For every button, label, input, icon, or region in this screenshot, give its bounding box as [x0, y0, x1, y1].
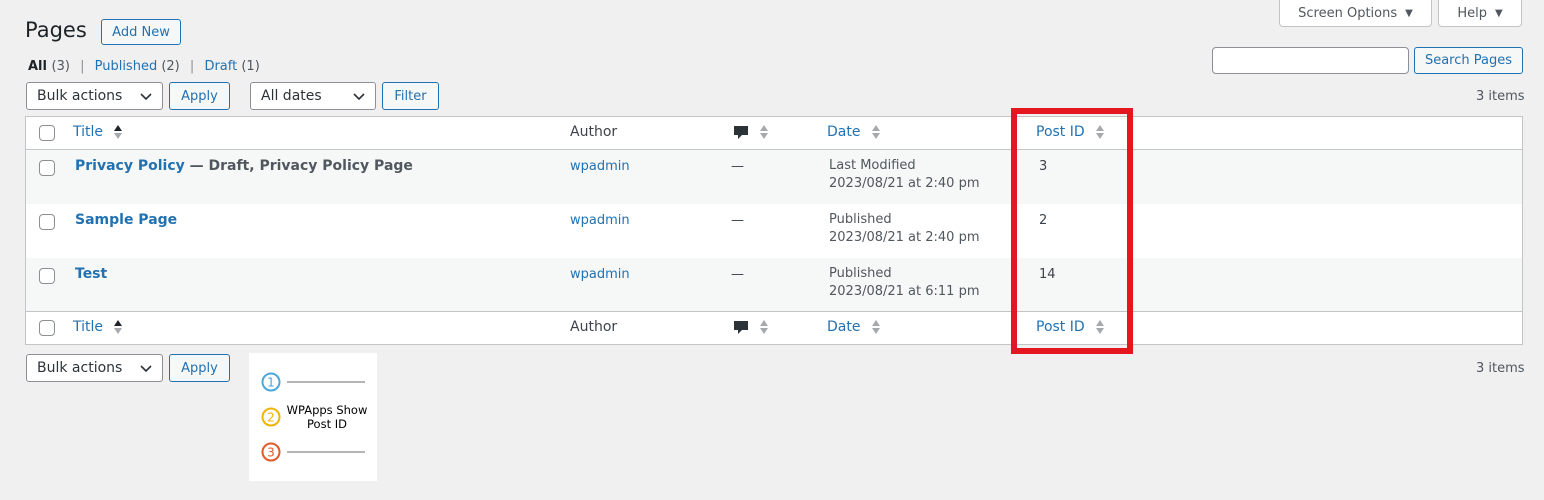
comment-icon	[734, 126, 748, 139]
column-post-id-sort[interactable]: Post ID	[1036, 319, 1105, 335]
apply-button[interactable]: Apply	[169, 82, 230, 110]
sort-icon	[871, 320, 880, 334]
row-title-cell: Sample Page	[75, 212, 177, 228]
comment-icon	[734, 321, 748, 334]
column-title-sort[interactable]: Title	[73, 124, 123, 140]
search-input[interactable]	[1212, 47, 1409, 74]
row-date-value: 2023/08/21 at 2:40 pm	[829, 176, 980, 191]
row-date: Last Modified 2023/08/21 at 2:40 pm	[829, 157, 980, 193]
row-date-status: Last Modified	[829, 158, 916, 173]
row-date: Published 2023/08/21 at 2:40 pm	[829, 211, 980, 247]
dates-label: All dates	[261, 88, 322, 104]
column-author: Author	[570, 319, 618, 335]
column-author: Author	[570, 124, 618, 140]
items-count-top: 3 items	[1476, 89, 1525, 104]
select-all-checkbox[interactable]	[39, 320, 55, 336]
row-title-cell: Privacy Policy — Draft, Privacy Policy P…	[75, 158, 413, 174]
items-count-bottom: 3 items	[1476, 361, 1525, 376]
column-title-sort[interactable]: Title	[73, 319, 123, 335]
bulk-actions-select[interactable]: Bulk actions	[26, 82, 163, 110]
separator: |	[80, 59, 85, 74]
row-date-value: 2023/08/21 at 2:40 pm	[829, 230, 980, 245]
caret-down-icon: ▼	[1405, 7, 1413, 19]
help-tab[interactable]: Help ▼	[1438, 0, 1522, 27]
select-all-checkbox[interactable]	[39, 125, 55, 141]
column-comments-sort[interactable]	[733, 124, 769, 140]
table-header: Title Author Date Post ID	[26, 117, 1522, 150]
bulk-actions-label: Bulk actions	[37, 88, 123, 104]
screen-options-tab[interactable]: Screen Options ▼	[1279, 0, 1432, 27]
row-checkbox[interactable]	[39, 268, 55, 284]
column-date-sort[interactable]: Date	[827, 319, 881, 335]
sort-icon	[1096, 320, 1105, 334]
column-title-label: Title	[73, 124, 104, 140]
row-comments: —	[731, 267, 744, 282]
separator: |	[189, 59, 195, 74]
chevron-down-icon	[140, 365, 152, 373]
add-new-button[interactable]: Add New	[101, 19, 181, 45]
row-comments: —	[731, 213, 744, 228]
help-label: Help	[1457, 5, 1487, 21]
sort-icon	[1096, 125, 1105, 139]
column-post-id-sort[interactable]: Post ID	[1036, 124, 1105, 140]
row-date-status: Published	[829, 212, 892, 227]
caret-down-icon: ▼	[1494, 7, 1503, 19]
plugin-banner: 1 2 3 WPApps Show Post ID	[249, 353, 377, 481]
sort-asc-icon	[114, 125, 123, 139]
view-published[interactable]: Published (2)	[95, 59, 180, 74]
dates-select[interactable]: All dates	[250, 82, 376, 110]
row-checkbox[interactable]	[39, 160, 55, 176]
row-post-id: 14	[1039, 267, 1056, 282]
plugin-banner-text: WPApps Show Post ID	[286, 403, 368, 431]
row-post-state: — Draft, Privacy Policy Page	[184, 158, 413, 174]
row-author-link[interactable]: wpadmin	[570, 267, 630, 282]
view-all[interactable]: All (3)	[28, 59, 70, 74]
table-row: Test wpadmin — Published 2023/08/21 at 6…	[26, 258, 1522, 312]
view-filters: All (3) | Published (2) | Draft (1)	[28, 59, 260, 74]
row-date-status: Published	[829, 266, 892, 281]
row-post-id: 3	[1039, 159, 1048, 174]
bulk-actions-label: Bulk actions	[37, 360, 123, 376]
row-title-link[interactable]: Sample Page	[75, 212, 177, 228]
chevron-down-icon	[140, 93, 152, 101]
column-date-label: Date	[827, 124, 861, 140]
table-row: Privacy Policy — Draft, Privacy Policy P…	[26, 150, 1522, 204]
sort-asc-icon	[114, 320, 123, 334]
row-author-link[interactable]: wpadmin	[570, 159, 630, 174]
row-post-id: 2	[1039, 213, 1048, 228]
row-title-link[interactable]: Test	[75, 266, 107, 282]
chevron-down-icon	[353, 93, 365, 101]
pages-table: Title Author Date Post ID Privacy Policy…	[25, 116, 1523, 345]
step-1-number: 1	[267, 376, 275, 390]
row-comments: —	[731, 159, 744, 174]
column-comments-sort[interactable]	[733, 319, 769, 335]
view-draft[interactable]: Draft (1)	[204, 59, 259, 74]
row-title-cell: Test	[75, 266, 107, 282]
page-title: Pages	[25, 18, 87, 42]
table-row: Sample Page wpadmin — Published 2023/08/…	[26, 204, 1522, 258]
row-author-link[interactable]: wpadmin	[570, 213, 630, 228]
row-date: Published 2023/08/21 at 6:11 pm	[829, 265, 980, 301]
step-2-number: 2	[267, 411, 275, 425]
filter-button[interactable]: Filter	[382, 82, 439, 110]
search-pages-button[interactable]: Search Pages	[1414, 47, 1523, 74]
sort-icon	[760, 125, 769, 139]
sort-icon	[760, 320, 769, 334]
column-post-id-label: Post ID	[1036, 124, 1085, 140]
bulk-actions-select-bottom[interactable]: Bulk actions	[26, 354, 163, 382]
sort-icon	[871, 125, 880, 139]
column-post-id-label: Post ID	[1036, 319, 1085, 335]
column-date-label: Date	[827, 319, 861, 335]
row-date-value: 2023/08/21 at 6:11 pm	[829, 284, 980, 299]
table-footer: Title Author Date Post ID	[26, 311, 1522, 344]
screen-options-label: Screen Options	[1298, 5, 1398, 21]
row-checkbox[interactable]	[39, 214, 55, 230]
column-title-label: Title	[73, 319, 104, 335]
row-title-link[interactable]: Privacy Policy	[75, 158, 185, 174]
column-date-sort[interactable]: Date	[827, 124, 881, 140]
apply-button-bottom[interactable]: Apply	[169, 354, 230, 382]
step-3-number: 3	[267, 446, 275, 460]
